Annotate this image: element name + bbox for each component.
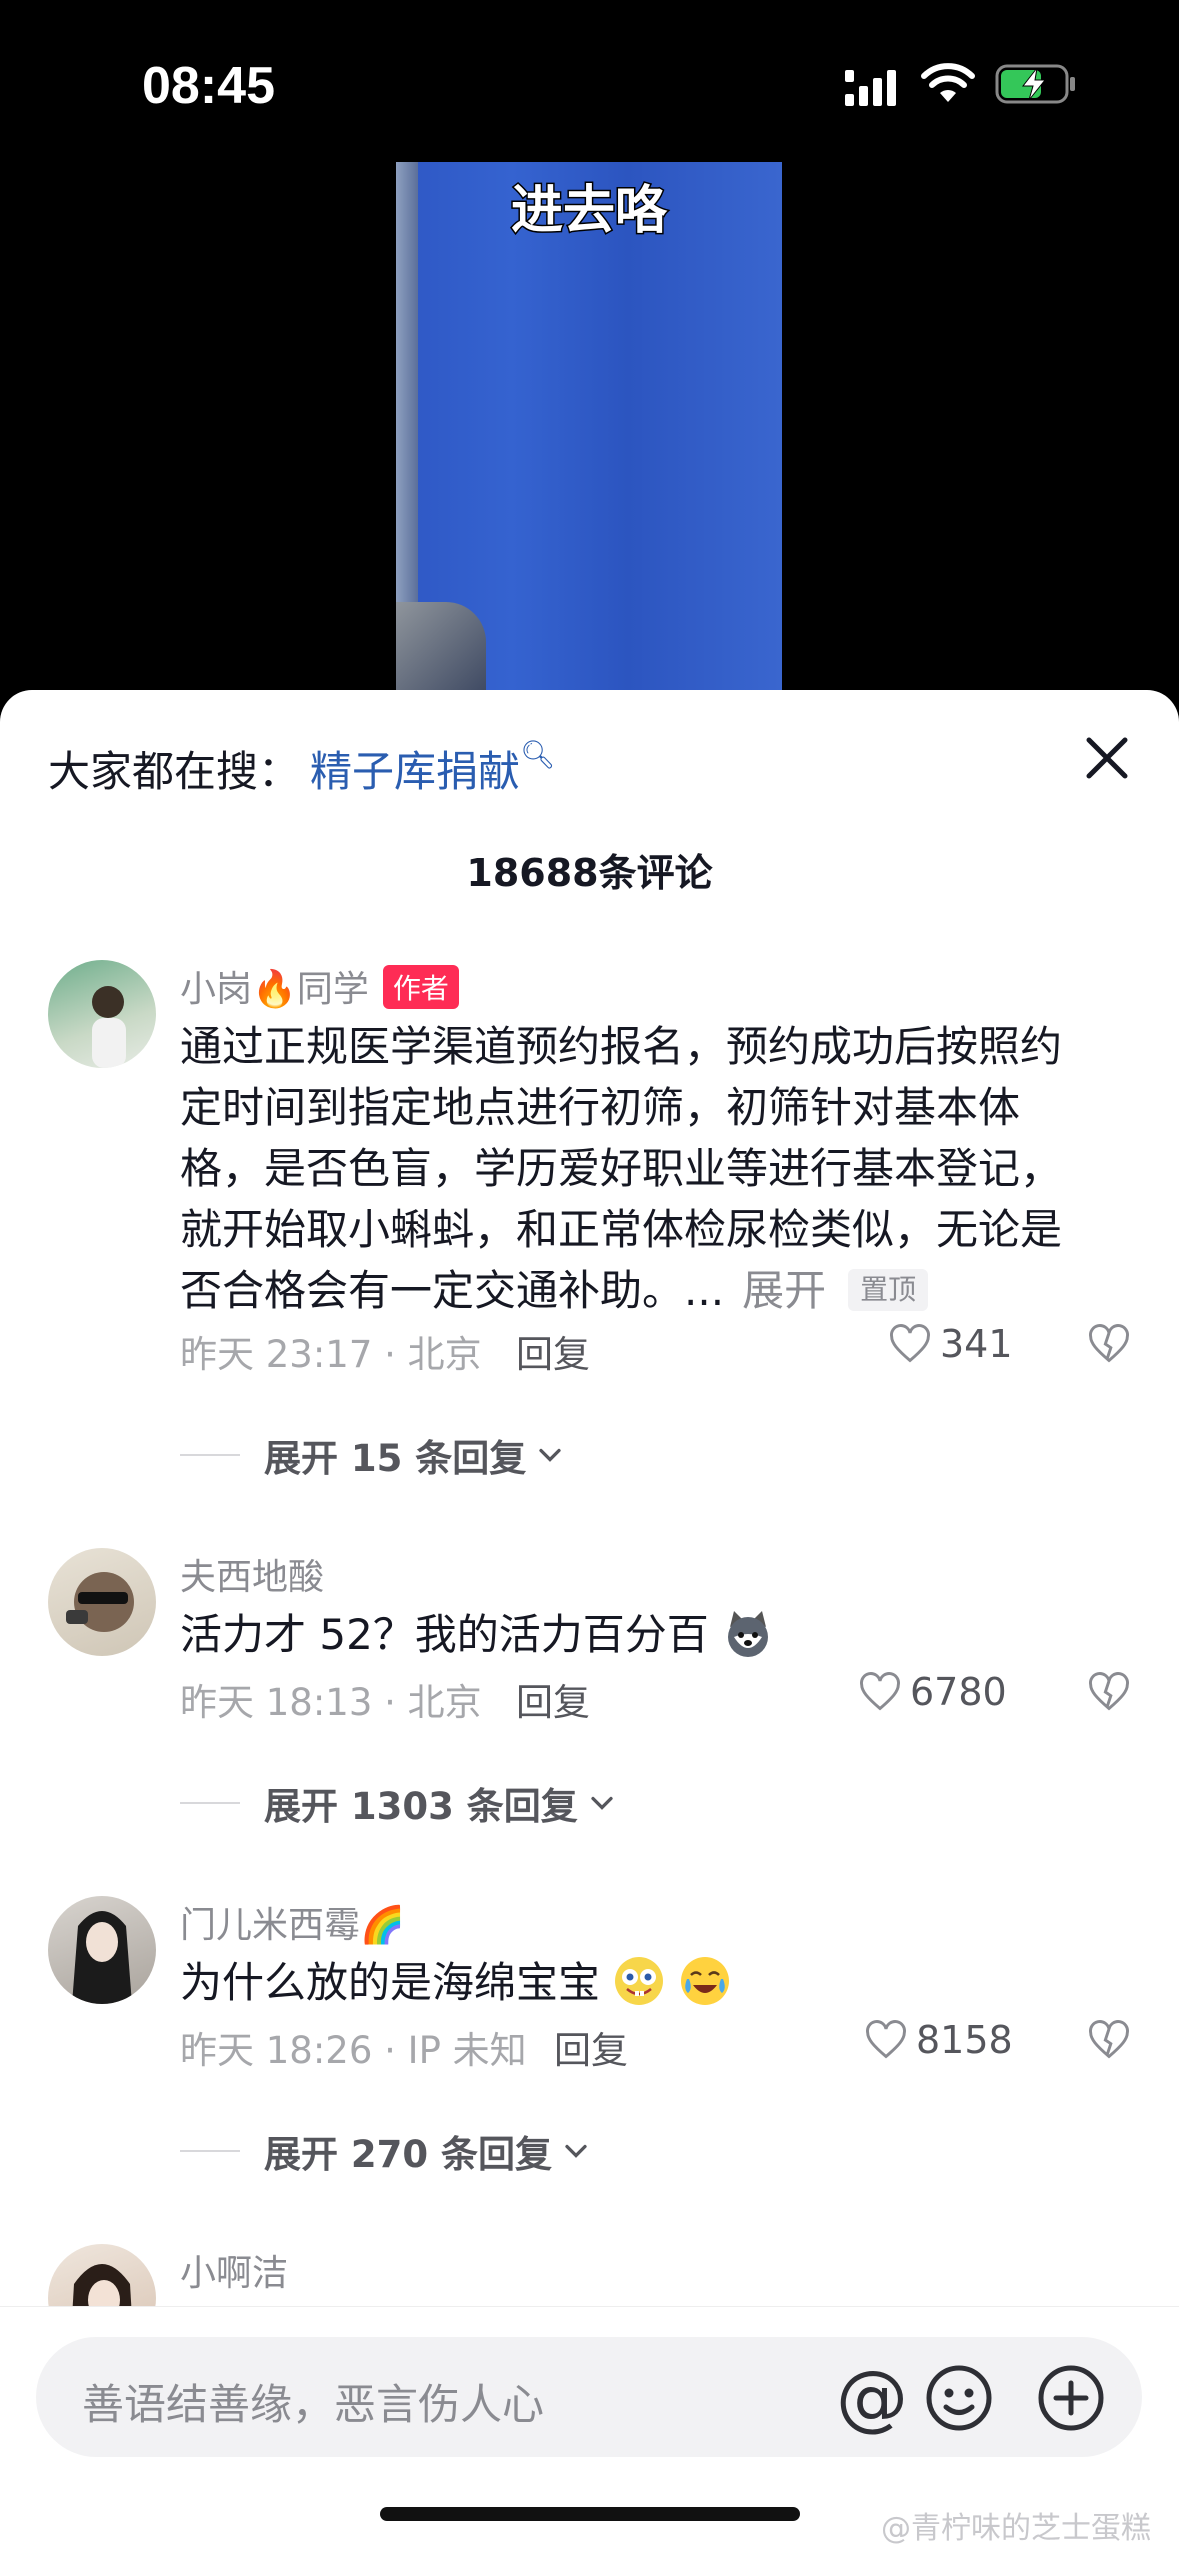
wifi-icon	[921, 63, 975, 102]
chevron-down-icon	[565, 2144, 587, 2158]
comment-meta: 昨天 18:13 · 北京	[180, 1681, 482, 1724]
comment-sheet: 大家都在搜： 精子库捐献🔍︎ 18688条评论 小岗🔥同学 作者 通过正规医学渠道预…	[0, 690, 1179, 2556]
fire-icon: 🔥	[252, 969, 297, 1010]
comment-username[interactable]: 小啊洁	[180, 2244, 288, 2296]
comment-username[interactable]: 门儿米西霉🌈	[180, 1896, 405, 1948]
like-button[interactable]: 8158	[864, 2018, 1013, 2062]
heart-icon	[866, 2020, 906, 2059]
close-icon[interactable]	[1077, 728, 1137, 788]
dislike-icon[interactable]	[1087, 1670, 1131, 1714]
expand-replies-button[interactable]: 展开 270 条回复	[180, 2124, 594, 2178]
comment-text: 活力才 52？我的活力百分百	[180, 1604, 1100, 1665]
heart-icon	[890, 1324, 930, 1363]
like-count: 341	[940, 1322, 1013, 1366]
expand-replies-button[interactable]: 展开 15 条回复	[180, 1428, 568, 1482]
comment-meta: 昨天 23:17 · 北京	[180, 1333, 482, 1376]
divider	[180, 2150, 240, 2152]
home-indicator[interactable]	[380, 2507, 800, 2521]
reply-button[interactable]: 回复	[516, 1324, 590, 1378]
expand-text-button[interactable]: 展开	[742, 1266, 826, 1315]
search-icon: 🔍︎	[520, 738, 556, 771]
comment-text: 通过正规医学渠道预约报名，预约成功后按照约定时间到指定地点进行初筛，初筛针对基本…	[180, 1022, 1063, 1315]
comment-meta: 昨天 18:26 · IP 未知	[180, 2029, 527, 2072]
divider	[180, 1454, 240, 1456]
video-caption: 进去咯	[509, 180, 668, 243]
author-badge: 作者	[382, 965, 459, 1009]
heart-icon	[860, 1672, 900, 1711]
dislike-icon[interactable]	[1087, 1322, 1131, 1366]
comment-input-bar: 善语结善缘，恶言伤人心 @ @青柠味的芝士蛋糕	[0, 2306, 1179, 2557]
watermark: @青柠味的芝士蛋糕	[881, 2511, 1151, 2546]
status-time: 08:45	[142, 57, 275, 115]
comment-text: 为什么放的是海绵宝宝	[180, 1952, 1100, 2013]
chevron-down-icon	[591, 1796, 613, 1810]
comment-input-placeholder: 善语结善缘，恶言伤人心	[82, 2380, 545, 2429]
like-count: 8158	[916, 2018, 1013, 2062]
spongebob-emoji-icon	[615, 1957, 664, 2005]
dislike-icon[interactable]	[1087, 2018, 1131, 2062]
divider	[180, 1802, 240, 1804]
search-keyword[interactable]: 精子库捐献	[310, 747, 520, 796]
avatar[interactable]	[48, 1548, 156, 1656]
rainbow-icon: 🌈	[360, 1905, 405, 1946]
husky-emoji-icon	[728, 1611, 769, 1657]
comment-input[interactable]: 善语结善缘，恶言伤人心 @	[36, 2337, 1142, 2457]
comment-count: 18688条评论	[466, 851, 713, 895]
emoji-icon[interactable]	[924, 2363, 994, 2433]
comment-username[interactable]: 夫西地酸	[180, 1548, 324, 1600]
search-suggestion[interactable]: 大家都在搜： 精子库捐献🔍︎	[48, 738, 556, 799]
chevron-down-icon	[539, 1448, 561, 1462]
reply-button[interactable]: 回复	[554, 2020, 628, 2074]
avatar[interactable]	[48, 960, 156, 1068]
like-button[interactable]: 341	[888, 1322, 1013, 1366]
like-button[interactable]: 6780	[858, 1670, 1007, 1714]
comment-username[interactable]: 小岗🔥同学 作者	[180, 960, 459, 1012]
avatar[interactable]	[48, 1896, 156, 2004]
cellular-signal-icon	[845, 70, 896, 106]
mention-icon[interactable]: @	[836, 2355, 908, 2439]
pinned-badge: 置顶	[848, 1269, 929, 1311]
video-player[interactable]: 进去咯	[396, 162, 782, 692]
status-bar: 08:45	[0, 0, 1179, 170]
crying-laughing-emoji-icon	[680, 1957, 729, 2005]
video-floor	[396, 602, 486, 692]
search-suggestion-label: 大家都在搜：	[48, 747, 301, 796]
battery-charging-icon	[995, 64, 1075, 104]
expand-replies-button[interactable]: 展开 1303 条回复	[180, 1776, 620, 1830]
reply-button[interactable]: 回复	[516, 1672, 590, 1726]
like-count: 6780	[910, 1670, 1007, 1714]
add-icon[interactable]	[1036, 2363, 1106, 2433]
